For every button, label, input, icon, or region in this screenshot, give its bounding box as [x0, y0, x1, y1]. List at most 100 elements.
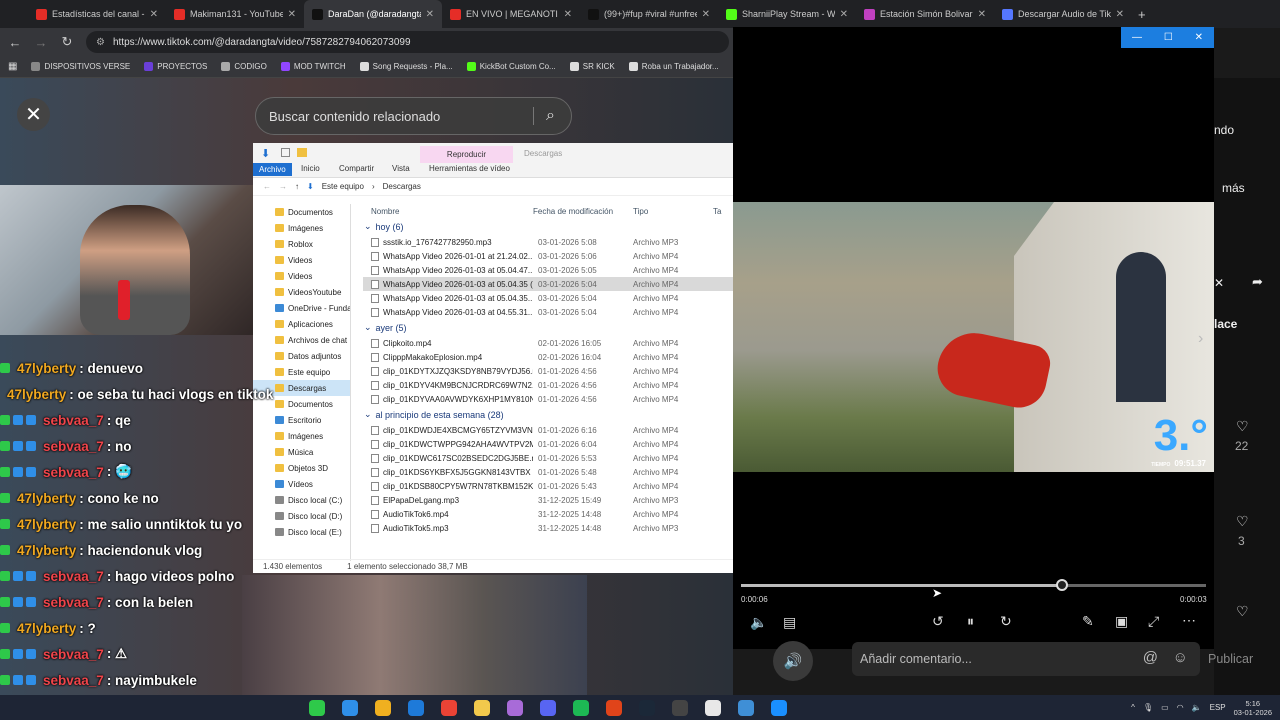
breadcrumb-este-equipo[interactable]: Este equipo	[322, 182, 364, 191]
taskbar-app-icon[interactable]	[671, 699, 688, 716]
chat-username[interactable]: sebvaa_7	[43, 595, 104, 610]
taskbar-app-icon[interactable]	[638, 699, 655, 716]
file-row[interactable]: WhatsApp Video 2026-01-01 at 21.24.02...…	[363, 249, 733, 263]
nav-tree-item[interactable]: OneDrive - Funda	[253, 300, 350, 316]
tab-close-icon[interactable]: ✕	[288, 9, 296, 20]
more-options-icon[interactable]: ⋯	[1182, 612, 1196, 629]
chat-username[interactable]: sebvaa_7	[43, 569, 104, 584]
ribbon-tab-inicio[interactable]: Inicio	[301, 164, 320, 173]
tab-close-icon[interactable]: ✕	[564, 9, 572, 20]
language-indicator[interactable]: ESP	[1210, 703, 1226, 712]
file-group-header[interactable]: ⌄ ayer (5)	[363, 319, 733, 336]
forward-button[interactable]: →	[34, 35, 48, 50]
bookmark-item[interactable]: Song Requests - Pla...	[359, 62, 453, 71]
back-arrow-icon[interactable]: ←	[263, 182, 271, 191]
chat-username[interactable]: sebvaa_7	[43, 673, 104, 688]
chat-username[interactable]: 47lyberty	[17, 543, 76, 558]
emoji-icon[interactable]: ☺	[1173, 649, 1188, 666]
properties-icon[interactable]	[281, 148, 290, 157]
taskbar-app-icon[interactable]	[704, 699, 721, 716]
browser-tab[interactable]: EN VIVO | MEGANOTI ✕	[442, 0, 580, 28]
browser-tab[interactable]: Estación Simón Bolivar - I ✕	[856, 0, 994, 28]
file-row[interactable]: Clipkoito.mp4 02-01-2026 16:05 Archivo MP4	[363, 336, 733, 350]
ribbon-tab-herramientas[interactable]: Herramientas de vídeo	[429, 164, 510, 173]
bookmark-item[interactable]: MOD TWITCH	[280, 62, 346, 71]
browser-tab[interactable]: (99+)#fup #viral #unfreez ✕	[580, 0, 718, 28]
heart-icon[interactable]: ♡	[1236, 603, 1249, 620]
file-row[interactable]: clip_01KDSB80CPY5W7RN78TKBM152K.... 01-01…	[363, 479, 733, 493]
wifi-icon[interactable]: ◠	[1177, 703, 1184, 712]
ribbon-context-reproducir[interactable]: Reproducir	[420, 146, 513, 163]
nav-tree-item[interactable]: Documentos	[253, 204, 350, 220]
reload-button[interactable]: ↻	[60, 34, 74, 50]
ribbon-tab-vista[interactable]: Vista	[392, 164, 410, 173]
forward-arrow-icon[interactable]: →	[279, 182, 287, 191]
seek-bar[interactable]	[741, 579, 1206, 591]
site-info-icon[interactable]: ⚙	[96, 37, 105, 48]
file-row[interactable]: clip_01KDWCTWPPG942AHA4WVTPV2M.... 01-01-…	[363, 437, 733, 451]
tab-close-icon[interactable]: ✕	[840, 9, 848, 20]
back-button[interactable]: ←	[8, 35, 22, 50]
minimize-icon[interactable]: —	[1132, 32, 1142, 43]
next-chevron-icon[interactable]: ›	[1198, 330, 1203, 348]
chat-username[interactable]: sebvaa_7	[43, 413, 104, 428]
file-group-header[interactable]: ⌄ al principio de esta semana (28)	[363, 406, 733, 423]
file-row[interactable]: clip_01KDYV4KM9BCNJCRDRC69W7N2.... 01-01-…	[363, 378, 733, 392]
file-row[interactable]: WhatsApp Video 2026-01-03 at 05.04.35 (.…	[363, 277, 733, 291]
nav-tree-item[interactable]: VideosYoutube	[253, 284, 350, 300]
search-icon[interactable]: ⌕	[533, 107, 563, 125]
nav-tree-item[interactable]: Archivos de chat	[253, 332, 350, 348]
taskbar-app-icon[interactable]	[407, 699, 424, 716]
close-window-icon[interactable]: ✕	[1195, 32, 1203, 43]
tab-close-icon[interactable]: ✕	[150, 9, 158, 20]
taskbar-app-icon[interactable]	[605, 699, 622, 716]
file-row[interactable]: WhatsApp Video 2026-01-03 at 04.55.31...…	[363, 305, 733, 319]
microphone-icon[interactable]: 🎙	[1143, 703, 1153, 712]
related-search-box[interactable]: Buscar contenido relacionado ⌕	[255, 97, 572, 135]
browser-tab[interactable]: DaraDan (@daradangta) ✕	[304, 0, 442, 28]
forward-30-icon[interactable]: ↻	[1000, 613, 1012, 630]
tab-close-icon[interactable]: ✕	[426, 9, 434, 20]
close-side-icon[interactable]: ✕	[1214, 276, 1224, 290]
video-frame[interactable]: 3.° TIEMPO 09:51.37	[733, 202, 1214, 472]
browser-tab[interactable]: Makiman131 - YouTube ✕	[166, 0, 304, 28]
side-label-3[interactable]: lace	[1214, 317, 1237, 331]
taskbar-app-icon[interactable]	[374, 699, 391, 716]
tab-close-icon[interactable]: ✕	[702, 9, 710, 20]
file-row[interactable]: clip_01KDWC617SC02BSEDC2DGJ5BE.mp4 01-01-…	[363, 451, 733, 465]
browser-tab[interactable]: Descargar Audio de TikTo ✕	[994, 0, 1132, 28]
taskbar-app-icon[interactable]	[473, 699, 490, 716]
close-video-button[interactable]: ✕	[17, 98, 50, 131]
file-row[interactable]: clip_01KDWDJE4XBCMGY65TZYVM3VNX.... 01-01…	[363, 423, 733, 437]
column-name[interactable]: Nombre	[363, 207, 533, 216]
chat-username[interactable]: sebvaa_7	[43, 465, 104, 480]
column-date[interactable]: Fecha de modificación	[533, 207, 633, 216]
taskbar-app-icon[interactable]	[341, 699, 358, 716]
file-row[interactable]: ElPapaDeLgang.mp3 31-12-2025 15:49 Archivo…	[363, 493, 733, 507]
column-type[interactable]: Tipo	[633, 207, 713, 216]
file-row[interactable]: clip_01KDYVAA0AVWDYK6XHP1MY810N.... 01-01…	[363, 392, 733, 406]
chat-username[interactable]: 47lyberty	[17, 621, 76, 636]
volume-icon[interactable]: 🔈	[750, 614, 767, 631]
tab-close-icon[interactable]: ✕	[978, 9, 986, 20]
nav-tree-item[interactable]: Aplicaciones	[253, 316, 350, 332]
chat-username[interactable]: 47lyberty	[17, 361, 76, 376]
apps-grid-icon[interactable]: ▦	[8, 61, 17, 72]
mini-view-icon[interactable]: ▣	[1115, 613, 1128, 630]
chat-username[interactable]: sebvaa_7	[43, 647, 104, 662]
seek-handle[interactable]	[1055, 579, 1068, 591]
browser-tab[interactable]: SharniiPlay Stream - Wat ✕	[718, 0, 856, 28]
file-row[interactable]: WhatsApp Video 2026-01-03 at 05.04.35...…	[363, 291, 733, 305]
taskbar-app-icon[interactable]	[440, 699, 457, 716]
new-tab-button[interactable]: +	[1138, 7, 1146, 22]
taskbar-app-icon[interactable]	[539, 699, 556, 716]
column-size[interactable]: Ta	[713, 207, 721, 216]
ribbon-tab-archivo[interactable]: Archivo	[253, 163, 292, 176]
taskbar-app-icon[interactable]	[572, 699, 589, 716]
fullscreen-icon[interactable]: ⤢	[1148, 613, 1159, 630]
browser-tab[interactable]: Estadísticas del canal - Yo ✕	[28, 0, 166, 28]
breadcrumb-descargas[interactable]: Descargas	[383, 182, 421, 191]
up-arrow-icon[interactable]: ↑	[295, 182, 299, 191]
clock[interactable]: 5:16 03-01-2026	[1234, 699, 1272, 717]
chevron-up-icon[interactable]: ^	[1131, 703, 1135, 712]
